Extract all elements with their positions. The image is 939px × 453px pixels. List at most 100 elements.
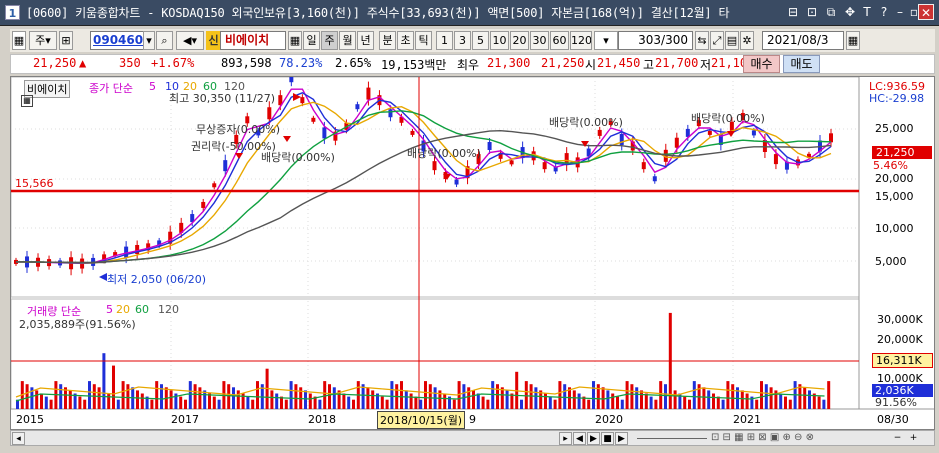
volume-bar: [784, 396, 787, 409]
sell-button[interactable]: 매도: [783, 55, 820, 73]
window-title: [0600] 키움종합차트 - KOSDAQ150 외국인보유[3,160(천)…: [26, 6, 730, 20]
scroll-left-icon[interactable]: ◂: [12, 432, 25, 445]
sound-icon[interactable]: ◀▾: [176, 31, 204, 50]
stock-name-field[interactable]: 비에이치: [220, 31, 286, 50]
calendar-icon[interactable]: ▦: [846, 31, 860, 50]
volume-bar: [193, 384, 197, 409]
volume-bar: [721, 399, 725, 409]
interval-button[interactable]: 3: [454, 31, 471, 50]
cascade-icon[interactable]: ⧉: [824, 5, 838, 19]
volume-bar: [822, 399, 826, 409]
title-bar: 1 [0600] 키움종합차트 - KOSDAQ150 외국인보유[3,160(…: [0, 0, 939, 26]
scroll-icon[interactable]: ⇆: [695, 31, 709, 50]
grid-icon[interactable]: ⊞: [59, 31, 73, 50]
volume-bar: [102, 353, 106, 409]
vol-ma5-legend[interactable]: 5: [106, 303, 113, 316]
play-back-icon[interactable]: ◀: [573, 432, 586, 445]
chart-area[interactable]: 비에이치 종가 단순 5 10 20 60 120 ▦ LC:936.59 HC…: [10, 76, 935, 430]
quote-bar: 21,250 ▲ 350 +1.67% 893,598 78.23% 2.65%…: [10, 54, 935, 74]
interval-button[interactable]: 60: [550, 31, 569, 50]
vol-ma20-legend[interactable]: 20: [116, 303, 130, 316]
volume-bar: [587, 399, 591, 409]
period-day[interactable]: 일: [303, 31, 320, 50]
layout-icon[interactable]: ⊟: [786, 5, 800, 19]
restore-icon[interactable]: ⊡: [805, 5, 819, 19]
period-tick[interactable]: 틱: [415, 31, 432, 50]
chevron-down-icon[interactable]: ▾: [143, 31, 155, 50]
volume-bar: [289, 381, 293, 409]
volume-bar: [553, 399, 557, 409]
stop-icon[interactable]: ■: [601, 432, 614, 445]
x-tail-label: 08/30: [877, 413, 909, 426]
interval-button[interactable]: 1: [436, 31, 453, 50]
play-forward-icon[interactable]: ▶: [615, 432, 628, 445]
period-second[interactable]: 초: [397, 31, 414, 50]
x-tick-label: 2018: [308, 413, 336, 426]
volume-bar: [136, 390, 139, 409]
zoom-in-icon[interactable]: +: [907, 432, 920, 445]
period-year[interactable]: 년: [357, 31, 374, 50]
interval-button[interactable]: 10: [490, 31, 509, 50]
volume-bar: [462, 384, 466, 409]
ma5-legend[interactable]: 5: [149, 80, 156, 93]
grid-icon[interactable]: ▦: [288, 31, 302, 50]
volume-bar: [116, 399, 120, 409]
zoom-out-icon[interactable]: −: [891, 432, 904, 445]
interval-button[interactable]: 120: [570, 31, 592, 50]
open-label: 시: [585, 58, 597, 72]
volume-bar: [731, 384, 735, 409]
save-icon[interactable]: ▤: [725, 31, 739, 50]
volume-bar: [707, 390, 711, 409]
period-week[interactable]: 주: [321, 31, 338, 50]
text-icon[interactable]: T: [860, 5, 874, 19]
volume-bar: [83, 399, 87, 409]
scroll-right-icon[interactable]: ▸: [559, 432, 572, 445]
y-tick-label: 15,000: [875, 190, 914, 203]
volume-bar: [620, 399, 624, 409]
search-icon[interactable]: ⌕: [156, 31, 173, 50]
grid-menu-icon[interactable]: ▦: [12, 31, 26, 50]
help-icon[interactable]: ?: [877, 5, 891, 19]
up-arrow-icon: ▲: [79, 56, 87, 70]
zoom-slider[interactable]: [637, 438, 707, 439]
volume-bar: [716, 396, 720, 409]
volume-bar: [107, 393, 111, 409]
volume-bar: [548, 396, 552, 409]
vol-ma120-legend[interactable]: 120: [158, 303, 179, 316]
play-icon[interactable]: ▶: [587, 432, 600, 445]
interval-button[interactable]: 30: [530, 31, 549, 50]
bid-price-2: 21,250: [541, 56, 585, 70]
period-month[interactable]: 월: [339, 31, 356, 50]
expand-icon[interactable]: ⤢: [710, 31, 724, 50]
interval-dropdown[interactable]: ▾: [594, 31, 618, 50]
price-volume-chart[interactable]: [11, 77, 934, 429]
view-toolbar-icons[interactable]: ⊡ ⊟ ▦ ⊞ ⊠ ▣ ⊕ ⊖ ⊗: [711, 432, 891, 445]
bar-count-field[interactable]: 303/300: [618, 31, 693, 50]
volume-bar: [25, 384, 29, 409]
y-tick-label: 10,000: [875, 222, 914, 235]
price-change-pct: +1.67%: [151, 56, 195, 70]
gear-icon[interactable]: ✲: [740, 31, 754, 50]
vol-ma60-legend[interactable]: 60: [135, 303, 149, 316]
volume-bar: [683, 396, 687, 409]
bid-price-1: 21,300: [487, 56, 531, 70]
move-icon[interactable]: ✥: [843, 5, 857, 19]
volume-bar: [702, 387, 706, 409]
vol-tick-label: 30,000K: [877, 313, 923, 326]
table-icon[interactable]: ▦: [21, 95, 33, 107]
interval-button[interactable]: 20: [510, 31, 529, 50]
close-icon[interactable]: ✕: [918, 4, 934, 20]
chart-scrollbar[interactable]: ◂ ▸ ◀ ▶ ■ ▶ ⊡ ⊟ ▦ ⊞ ⊠ ▣ ⊕ ⊖ ⊗ − +: [10, 430, 935, 446]
volume-bar: [188, 381, 192, 409]
interval-button[interactable]: 5: [472, 31, 489, 50]
volume-bar: [304, 390, 307, 409]
ma-legend-label[interactable]: 종가 단순: [89, 80, 133, 96]
date-field[interactable]: 2021/08/3: [762, 31, 844, 50]
buy-button[interactable]: 매수: [743, 55, 780, 73]
stock-type-select[interactable]: 주▾: [29, 31, 57, 50]
volume-bar: [635, 387, 639, 409]
volume-bar: [414, 396, 418, 409]
volume-bar: [664, 384, 667, 409]
minimize-icon[interactable]: –: [893, 5, 907, 19]
period-minute[interactable]: 분: [379, 31, 396, 50]
